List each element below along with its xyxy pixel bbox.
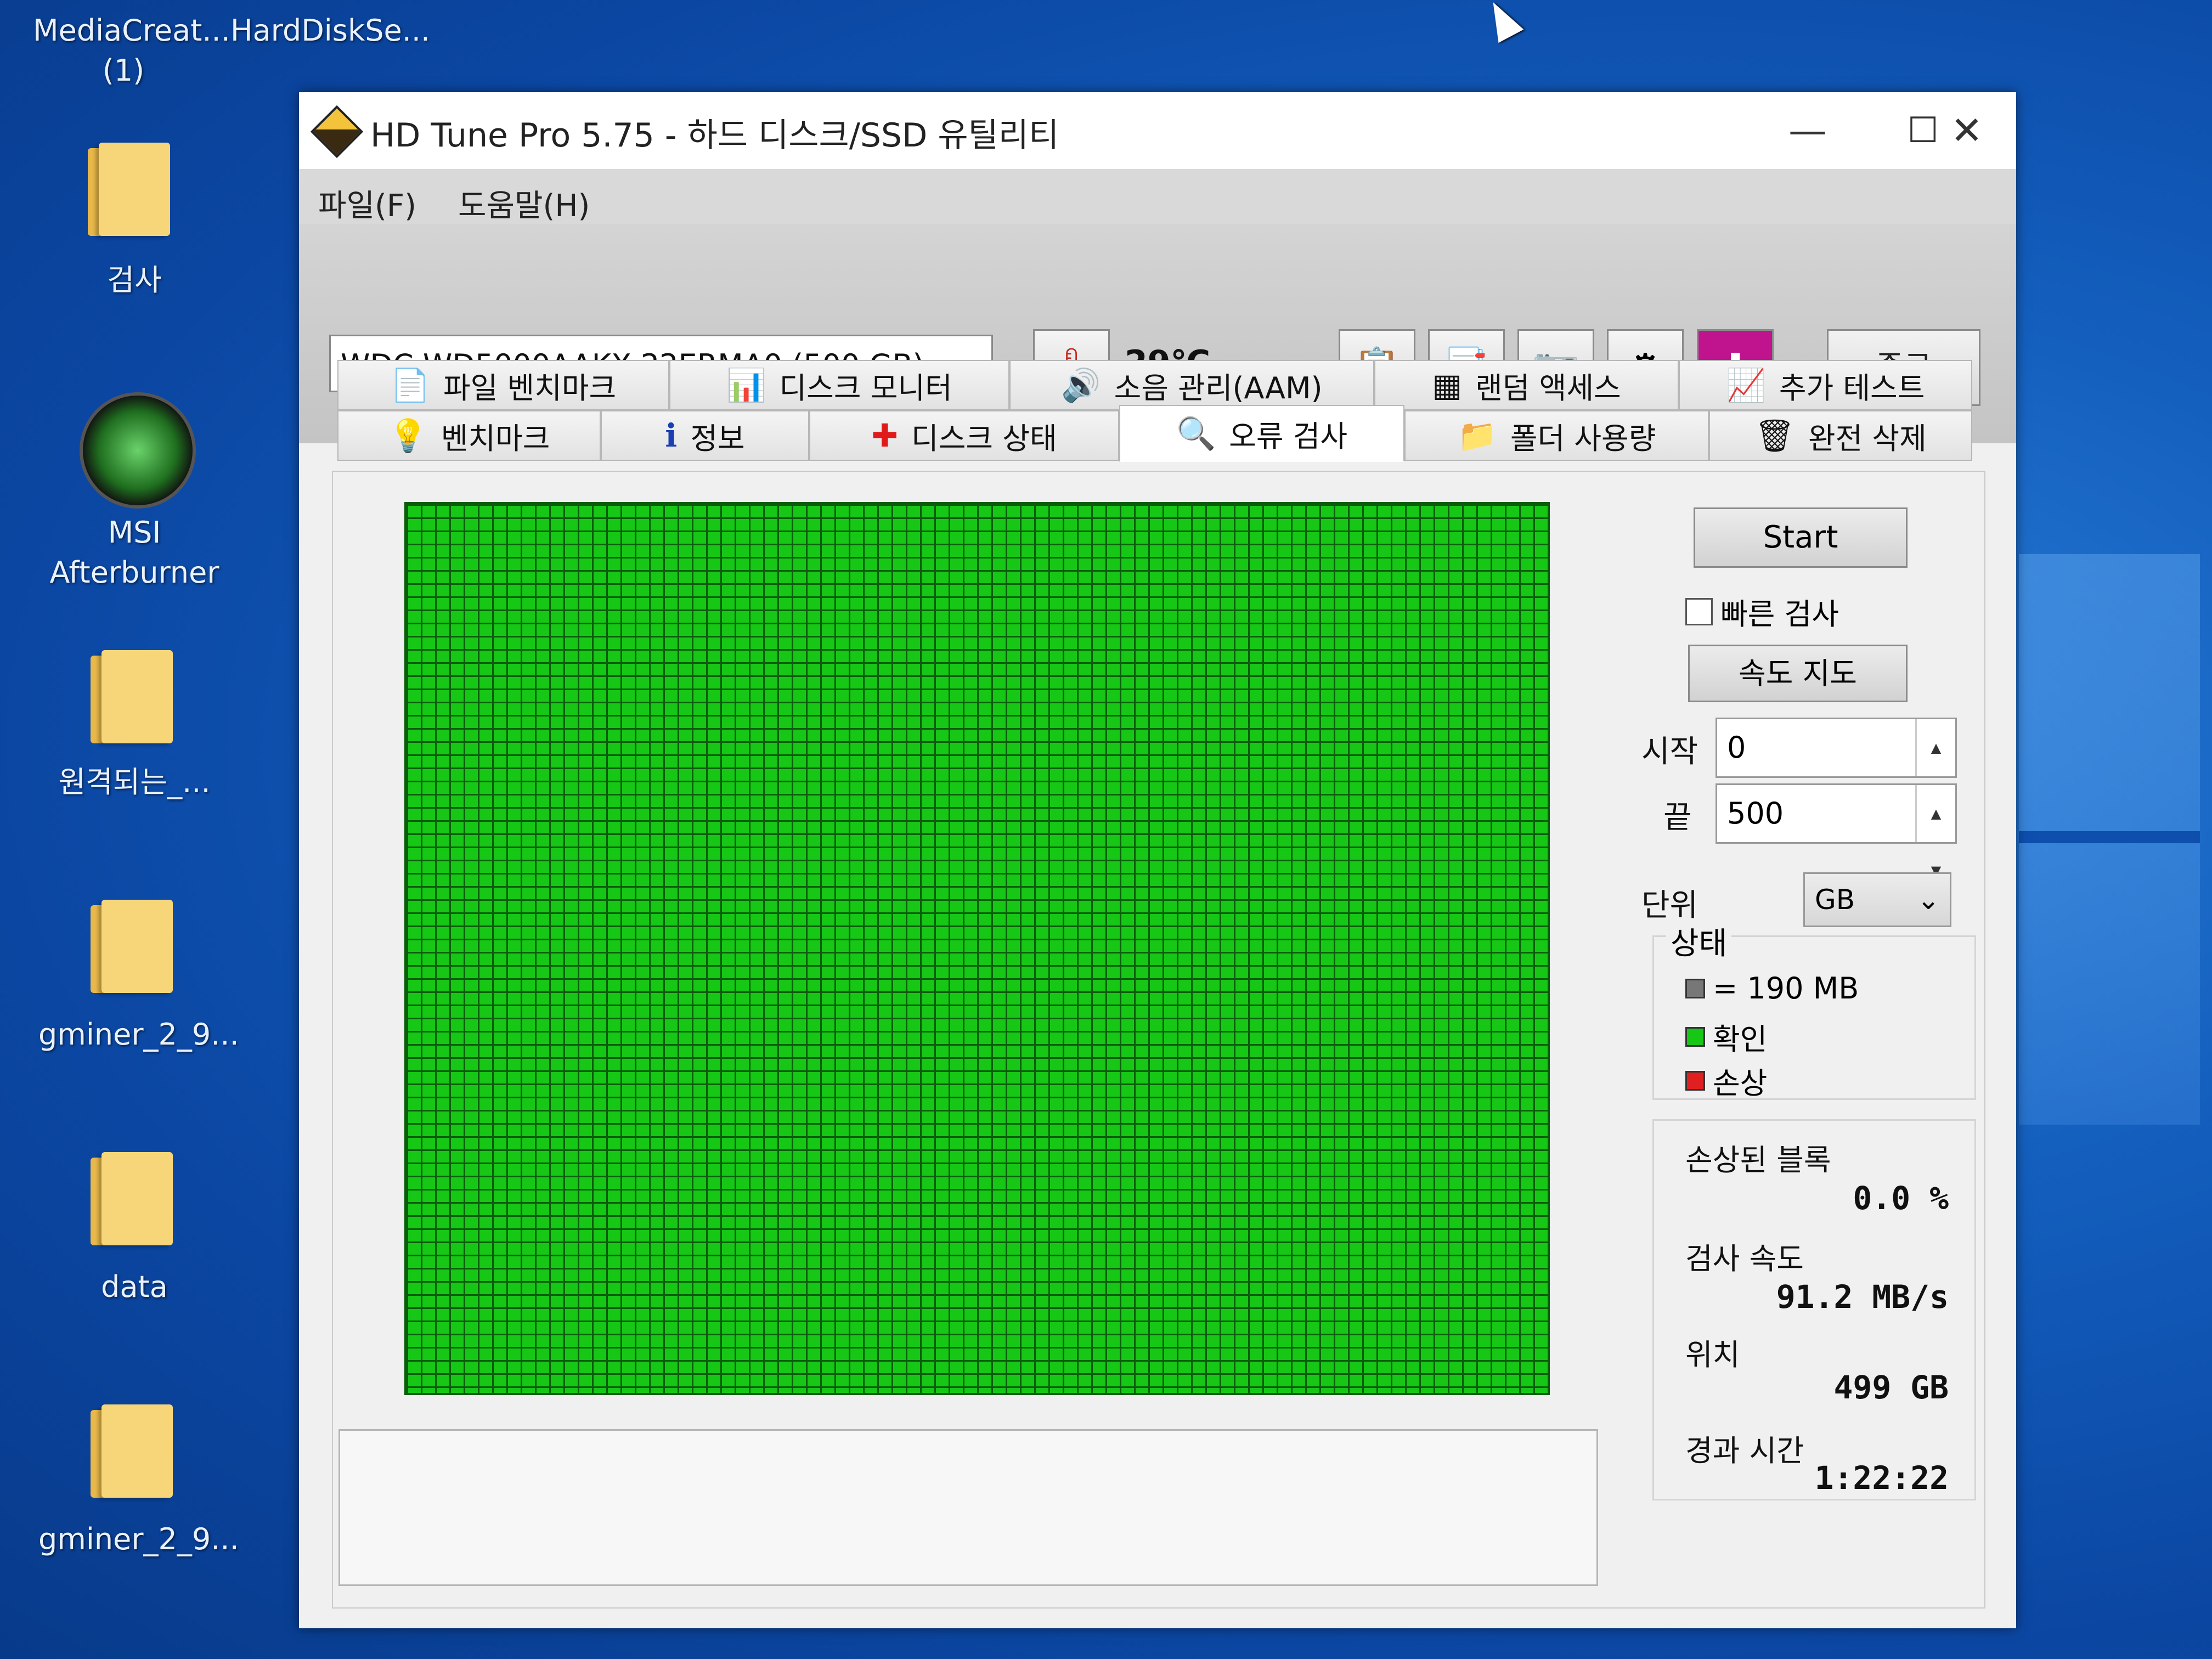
red-swatch <box>1685 1070 1705 1091</box>
elapsed-time-value: 1:22:22 <box>1814 1459 1949 1497</box>
desktop-icon-label[interactable]: MediaCreat... (1) <box>33 11 230 91</box>
start-spinner[interactable]: ▲▼ <box>1915 719 1955 812</box>
start-input[interactable]: 0 ▲▼ <box>1716 718 1957 812</box>
damaged-blocks-label: 손상된 블록 <box>1685 1143 1831 1177</box>
quick-scan-row: 빠른 검사 <box>1685 590 1839 633</box>
end-input[interactable]: 500 ▲ ▼ <box>1716 783 1957 878</box>
title-bar[interactable]: HD Tune Pro 5.75 - 하드 디스크/SSD 유틸리티 — ☐ ✕ <box>299 92 2016 169</box>
start-input-value: 0 <box>1727 730 1746 765</box>
tab-folder-usage[interactable]: 📁 폴더 사용량 <box>1404 410 1709 461</box>
quick-scan-label: 빠른 검사 <box>1720 597 1839 631</box>
tab-info[interactable]: ℹ 정보 <box>601 410 809 461</box>
end-field-label: 끝 <box>1663 800 1692 836</box>
trash-icon: 🗑 <box>1754 416 1795 454</box>
tab-random-access[interactable]: ▦ 랜덤 액세스 <box>1374 360 1679 410</box>
gray-swatch <box>1685 978 1705 998</box>
window-title: HD Tune Pro 5.75 - 하드 디스크/SSD 유틸리티 <box>370 116 1059 155</box>
chevron-down-icon: ⌄ <box>1917 884 1940 916</box>
random-access-icon: ▦ <box>1432 366 1463 404</box>
menu-bar: 파일(F) 도움말(H) <box>299 169 2016 224</box>
tab-extra-tests[interactable]: 📈 추가 테스트 <box>1679 360 1972 410</box>
legend-item: = 190 MB <box>1685 971 1859 1006</box>
folder-icon[interactable] <box>88 143 170 236</box>
tab-health[interactable]: ✚ 디스크 상태 <box>809 410 1119 461</box>
disk-monitor-icon: 📊 <box>726 366 766 404</box>
tab-aam[interactable]: 🔊 소음 관리(AAM) <box>1009 360 1374 410</box>
menu-file[interactable]: 파일(F) <box>318 181 416 225</box>
green-swatch <box>1685 1026 1705 1047</box>
damaged-blocks-value: 0.0 % <box>1853 1180 1949 1217</box>
spin-up-icon[interactable]: ▲ <box>1931 719 1941 776</box>
close-button[interactable]: ✕ <box>1939 103 1994 158</box>
minimize-button[interactable]: — <box>1764 103 1852 158</box>
tab-disk-monitor[interactable]: 📊 디스크 모니터 <box>669 360 1009 410</box>
mouse-cursor-icon <box>1480 0 1524 43</box>
desktop-icon-label[interactable]: 원격되는_... <box>49 763 219 803</box>
scan-speed-value: 91.2 MB/s <box>1776 1278 1949 1316</box>
desktop-icon-label[interactable]: gminer_2_9... <box>38 1015 239 1055</box>
folder-icon[interactable] <box>91 650 173 743</box>
extra-tests-icon: 📈 <box>1726 366 1766 404</box>
lightbulb-icon: 💡 <box>388 416 428 454</box>
end-spinner[interactable]: ▲ ▼ <box>1915 785 1955 878</box>
position-value: 499 GB <box>1833 1369 1949 1406</box>
folder-icon[interactable] <box>91 900 173 993</box>
legend-item: 손상 <box>1685 1059 1767 1102</box>
speaker-icon: 🔊 <box>1061 366 1101 404</box>
tab-benchmark[interactable]: 💡 벤치마크 <box>337 410 601 461</box>
desktop-icon-label[interactable]: 검사 <box>66 261 203 301</box>
speed-map-button[interactable]: 속도 지도 <box>1688 645 1908 702</box>
quick-scan-checkbox[interactable] <box>1685 597 1713 625</box>
legend-title: 상태 <box>1666 919 1732 963</box>
unit-select[interactable]: GB ⌄ <box>1803 872 1951 927</box>
desktop-icon-label[interactable]: gminer_2_9... <box>38 1520 239 1560</box>
folder-icon[interactable] <box>91 1152 173 1245</box>
spin-up-icon[interactable]: ▲ <box>1931 785 1941 842</box>
health-cross-icon: ✚ <box>871 417 899 454</box>
scan-speed-label: 검사 속도 <box>1685 1242 1804 1276</box>
tab-file-benchmark[interactable]: 📄 파일 벤치마크 <box>337 360 669 410</box>
folder-icon: 📁 <box>1457 416 1497 454</box>
position-label: 위치 <box>1685 1338 1740 1372</box>
msi-afterburner-icon[interactable] <box>80 392 196 509</box>
tab-error-scan[interactable]: 🔍 오류 검사 <box>1119 405 1404 462</box>
info-icon: ℹ <box>665 417 678 454</box>
desktop-icon-label[interactable]: MSI Afterburner <box>44 513 225 593</box>
desktop-icon-label[interactable]: HardDiskSe... <box>230 11 430 51</box>
scan-block-grid <box>404 502 1550 1395</box>
start-button[interactable]: Start <box>1694 507 1908 568</box>
hdtune-app-icon <box>310 105 364 159</box>
folder-icon[interactable] <box>91 1404 173 1498</box>
error-scan-panel: Start 빠른 검사 속도 지도 시작 0 ▲▼ 끝 500 ▲▼ 단위 GB… <box>332 471 1985 1609</box>
unit-label: 단위 <box>1641 888 1699 923</box>
legend-item: 확인 <box>1685 1015 1767 1058</box>
magnifier-icon: 🔍 <box>1176 414 1216 452</box>
start-field-label: 시작 <box>1641 734 1699 770</box>
tab-erase[interactable]: 🗑 완전 삭제 <box>1709 410 1972 461</box>
file-benchmark-icon: 📄 <box>390 366 430 404</box>
menu-help[interactable]: 도움말(H) <box>458 181 590 225</box>
end-input-value: 500 <box>1727 796 1784 831</box>
desktop-icon-label[interactable]: data <box>66 1267 203 1307</box>
elapsed-time-label: 경과 시간 <box>1685 1434 1804 1468</box>
windows-wallpaper-logo <box>2019 554 2200 1125</box>
unit-select-value: GB <box>1815 884 1855 916</box>
log-box <box>338 1429 1598 1586</box>
hdtune-window: HD Tune Pro 5.75 - 하드 디스크/SSD 유틸리티 — ☐ ✕… <box>299 92 2016 1628</box>
